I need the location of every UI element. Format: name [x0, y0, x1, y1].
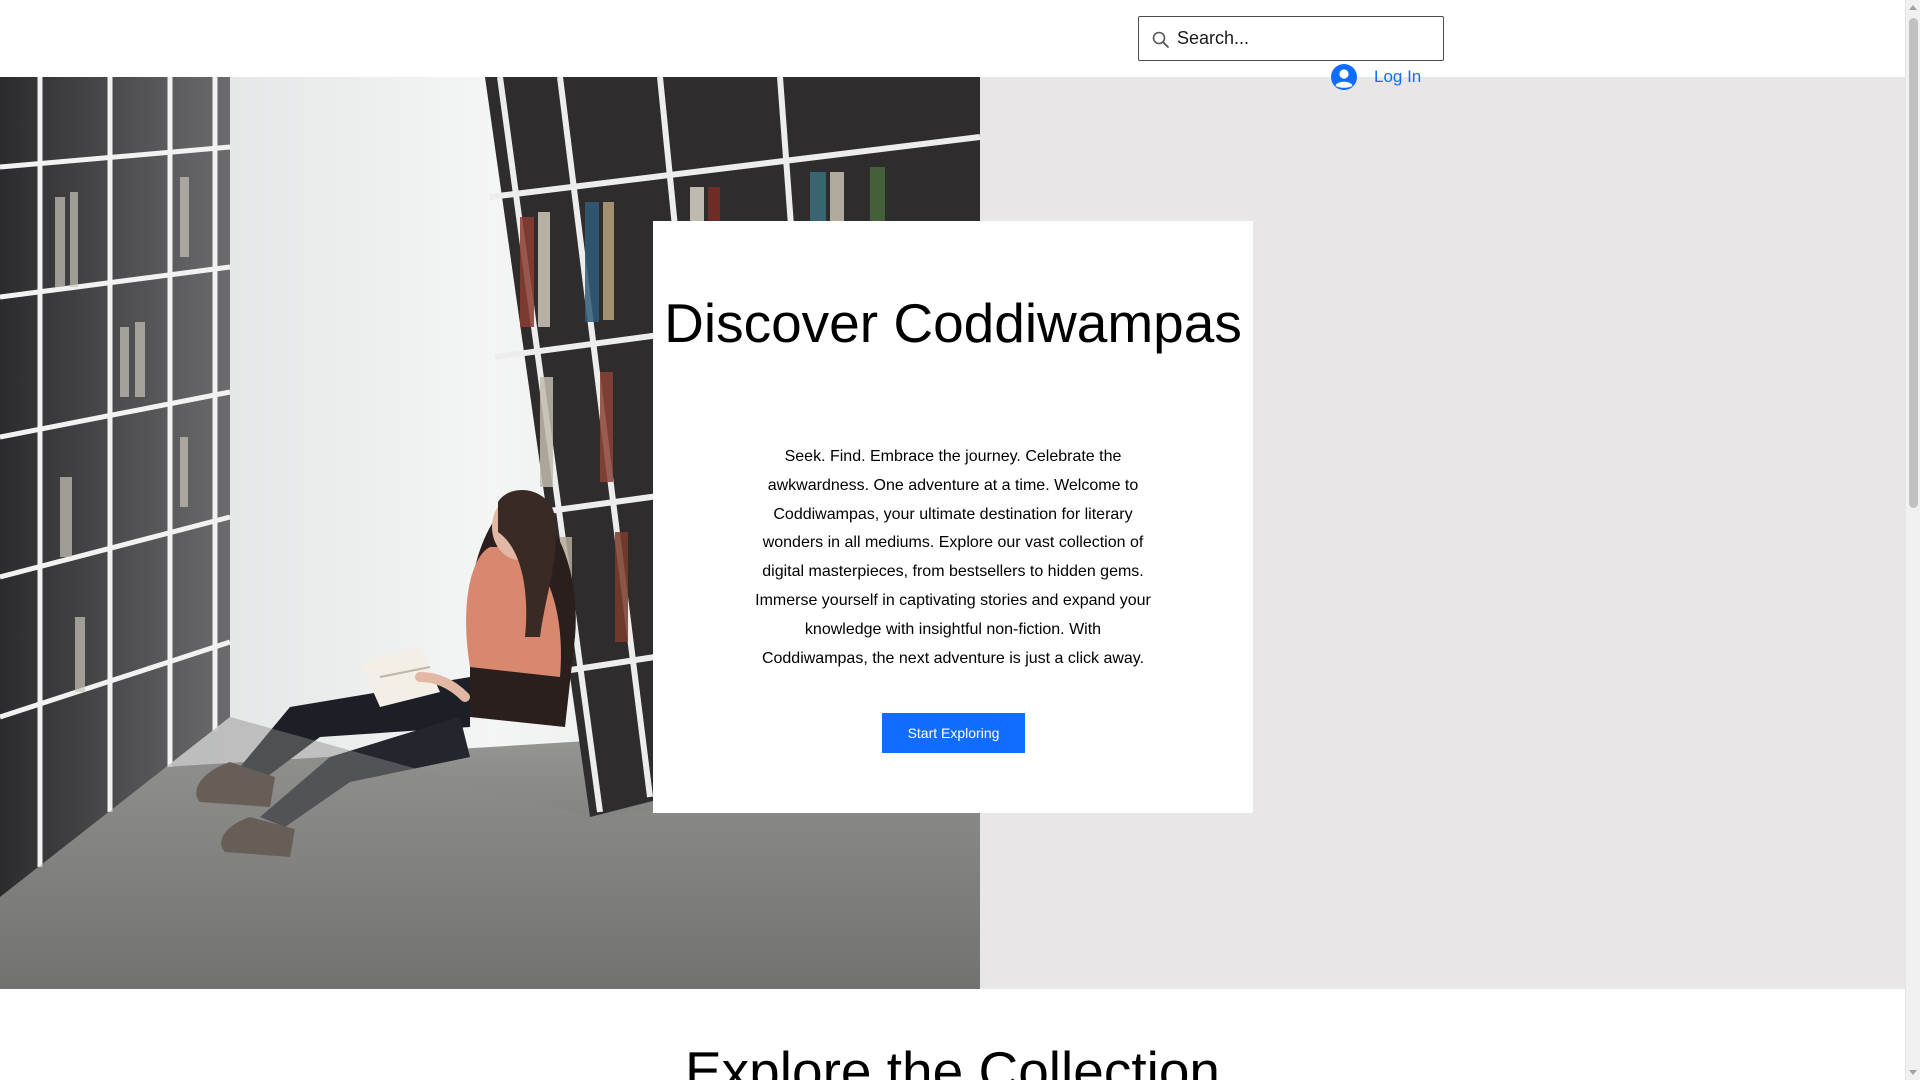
hero-card: Discover Coddiwampas Seek. Find. Embrace… [653, 221, 1253, 813]
user-avatar-icon [1331, 64, 1357, 90]
login-button[interactable]: Log In [1330, 62, 1450, 92]
search-input[interactable] [1177, 21, 1437, 56]
search-box[interactable] [1138, 16, 1444, 61]
hero-section: Discover Coddiwampas Seek. Find. Embrace… [0, 77, 1905, 989]
collection-title: Explore the Collection [684, 1040, 1220, 1080]
hero-title: Discover Coddiwampas [664, 292, 1242, 354]
start-exploring-button[interactable]: Start Exploring [882, 713, 1025, 753]
search-icon [1152, 31, 1169, 48]
page-scrollbar[interactable] [1905, 0, 1920, 1080]
login-label: Log In [1374, 67, 1422, 86]
scrollbar-thumb[interactable] [1909, 18, 1918, 508]
page: Log In [0, 0, 1920, 1080]
scroll-down-icon[interactable] [1909, 1070, 1917, 1075]
hero-description: Seek. Find. Embrace the journey. Celebra… [755, 448, 1151, 667]
site-header [0, 0, 1905, 77]
scroll-up-icon[interactable] [1909, 5, 1917, 10]
